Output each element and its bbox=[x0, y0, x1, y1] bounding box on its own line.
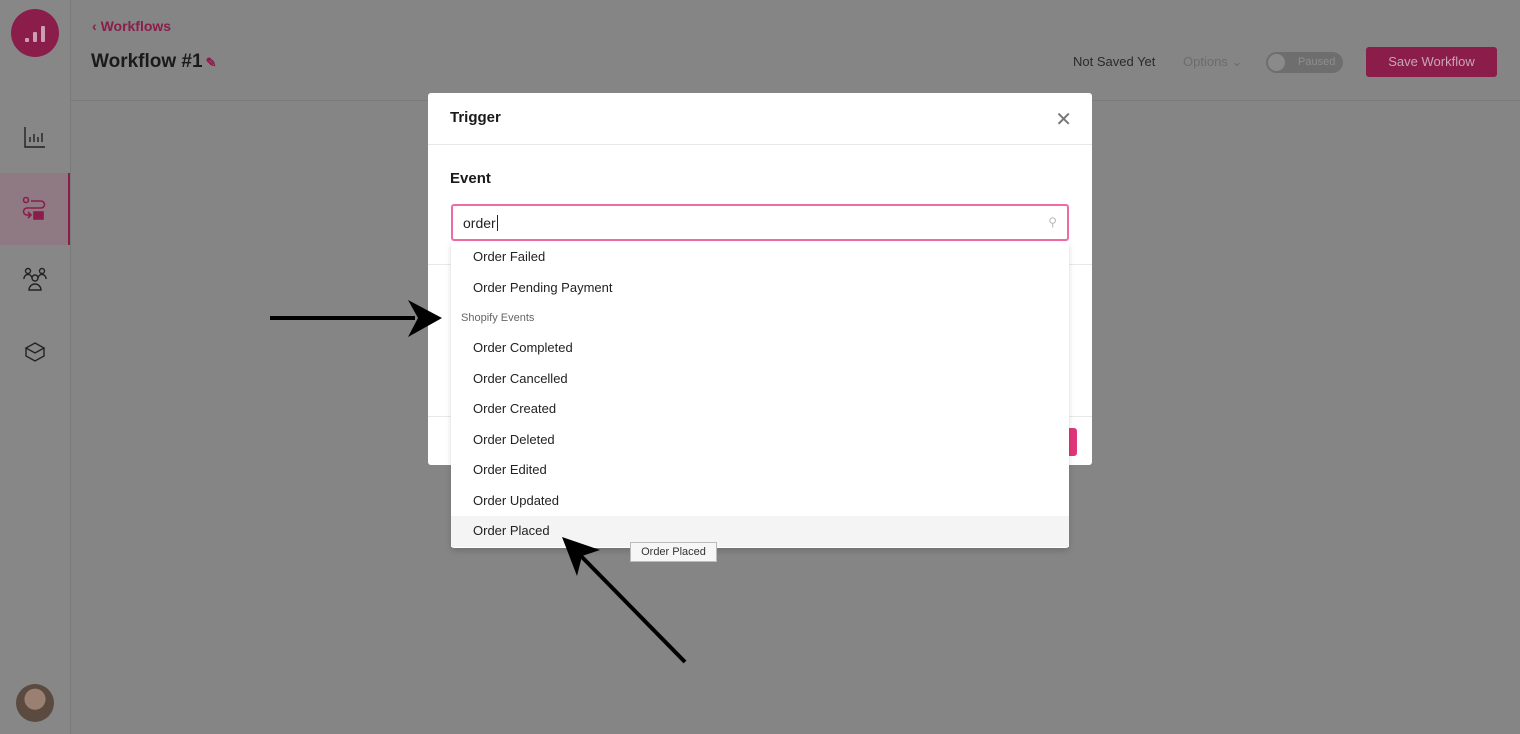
arrow-up-left-icon bbox=[562, 537, 687, 664]
annotation-arrows bbox=[270, 300, 687, 664]
arrow-right-icon bbox=[270, 300, 442, 337]
